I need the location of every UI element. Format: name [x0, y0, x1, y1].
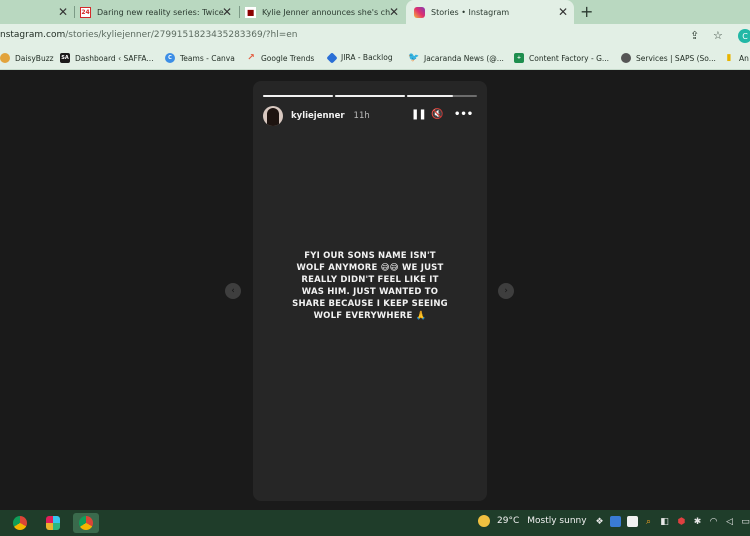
close-tab-icon[interactable]: ✕ — [389, 5, 399, 19]
story-progress-fill — [407, 95, 453, 97]
story-username[interactable]: kyliejenner — [291, 111, 345, 121]
weather-condition: Mostly sunny — [527, 516, 587, 526]
browser-tab[interactable]: ✕ — [0, 0, 74, 24]
browser-tab[interactable]: 24 Daring new reality series: Twice ✕ — [76, 0, 238, 24]
story-progress-bar — [407, 95, 477, 97]
tab-title: Daring new reality series: Twice — [97, 7, 224, 17]
bookmark-saps-services[interactable]: Services | SAPS (So... — [621, 53, 716, 63]
canva-icon: C — [165, 53, 175, 63]
close-tab-icon[interactable]: ✕ — [222, 5, 232, 19]
slack-icon — [46, 516, 60, 530]
story-text: FYI OUR SONS NAME ISN'T WOLF ANYMORE 😅😅 … — [292, 251, 448, 321]
tab-divider — [74, 6, 75, 18]
news-favicon-icon: 24 — [80, 6, 91, 18]
antivirus-icon[interactable]: ⬢ — [676, 516, 687, 527]
jira-icon — [326, 51, 338, 64]
app-tray-icon[interactable] — [627, 516, 638, 527]
mute-icon[interactable]: 🔇 — [431, 109, 443, 120]
story-progress-fill — [335, 95, 405, 97]
weather-widget[interactable]: 29°C Mostly sunny — [478, 515, 587, 527]
close-tab-icon[interactable]: ✕ — [58, 5, 68, 19]
daisybuzz-icon — [0, 53, 10, 63]
tab-title: Kylie Jenner announces she's ch — [262, 7, 391, 17]
story-header: kyliejenner 11h ❚❚ 🔇 ••• — [263, 106, 477, 126]
more-options-icon[interactable]: ••• — [454, 109, 473, 120]
bookmark-overflow[interactable]: ▮ An — [724, 53, 749, 63]
saps-icon — [621, 53, 631, 63]
taskbar: 29°C Mostly sunny ❖ ⌕ ◧ ⬢ ✱ ◠ ◁ ▭ — [0, 510, 750, 536]
bookmark-google-trends[interactable]: ↗ Google Trends — [246, 53, 314, 63]
news-favicon-icon: ■ — [245, 6, 256, 18]
chrome-profile-taskbar-button[interactable] — [73, 513, 99, 533]
url-path: /stories/kyliejenner/2799151823435283369… — [65, 30, 298, 40]
wifi-icon[interactable]: ◠ — [708, 516, 719, 527]
chrome-icon — [79, 516, 93, 530]
bookmark-saffa-dashboard[interactable]: SA Dashboard ‹ SAFFA... — [60, 53, 154, 63]
story-viewer: ‹ › kyliejenner 11h ❚❚ 🔇 ••• FYI OUR SON… — [0, 71, 750, 510]
sheets-icon: + — [514, 53, 524, 63]
tab-divider — [239, 6, 240, 18]
story-timestamp: 11h — [353, 111, 370, 121]
trends-icon: ↗ — [247, 53, 255, 63]
bookmark-content-factory[interactable]: + Content Factory - G... — [514, 53, 609, 63]
close-tab-icon[interactable]: ✕ — [558, 5, 568, 19]
dropbox-icon[interactable]: ❖ — [594, 516, 605, 527]
bookmark-star-icon[interactable]: ☆ — [713, 29, 723, 42]
tab-title: Stories • Instagram — [431, 7, 510, 17]
instagram-favicon-icon — [414, 6, 425, 18]
share-icon[interactable]: ⇪ — [690, 29, 699, 42]
twitter-icon: 🐦 — [408, 53, 420, 63]
bookmark-jacaranda-news[interactable]: 🐦 Jacaranda News (@... — [408, 53, 504, 63]
temperature: 29°C — [497, 516, 520, 526]
story-progress-bar — [335, 95, 405, 97]
pause-icon[interactable]: ❚❚ — [411, 109, 427, 120]
browser-tab[interactable]: ■ Kylie Jenner announces she's ch ✕ — [241, 0, 405, 24]
camera-icon[interactable]: ◧ — [659, 516, 670, 527]
story-progress-bar — [263, 95, 333, 97]
avatar[interactable] — [263, 106, 283, 126]
battery-icon[interactable]: ▭ — [740, 516, 750, 527]
browser-tab-active[interactable]: Stories • Instagram ✕ — [406, 0, 574, 24]
address-bar[interactable]: nstagram.com/stories/kyliejenner/2799151… — [0, 24, 750, 48]
volume-icon[interactable]: ◁ — [724, 516, 735, 527]
story-card[interactable]: kyliejenner 11h ❚❚ 🔇 ••• FYI OUR SONS NA… — [253, 81, 487, 501]
browser-tab-bar: ✕ 24 Daring new reality series: Twice ✕ … — [0, 0, 750, 24]
bookmark-daisybuzz[interactable]: DaisyBuzz — [0, 53, 54, 63]
bluetooth-icon[interactable]: ✱ — [692, 516, 703, 527]
bookmark-canva-teams[interactable]: C Teams - Canva — [165, 53, 235, 63]
next-story-button[interactable]: › — [498, 283, 514, 299]
new-tab-button[interactable]: + — [580, 2, 593, 21]
extension-icon[interactable]: C — [738, 29, 750, 43]
story-progress-fill — [263, 95, 333, 97]
app-tray-icon[interactable] — [610, 516, 621, 527]
previous-story-button[interactable]: ‹ — [225, 283, 241, 299]
url-field[interactable]: nstagram.com/stories/kyliejenner/2799151… — [0, 30, 298, 40]
url-domain: nstagram.com — [0, 30, 66, 40]
bookmarks-bar: DaisyBuzz SA Dashboard ‹ SAFFA... C Team… — [0, 48, 750, 70]
chrome-taskbar-button[interactable] — [7, 513, 33, 533]
search-icon[interactable]: ⌕ — [643, 516, 654, 527]
analytics-icon: ▮ — [726, 53, 732, 63]
bookmark-jira-backlog[interactable]: JIRA - Backlog — [326, 51, 393, 64]
chrome-icon — [13, 516, 27, 530]
slack-taskbar-button[interactable] — [40, 513, 66, 533]
sun-icon — [478, 515, 490, 527]
saffa-icon: SA — [60, 53, 70, 63]
